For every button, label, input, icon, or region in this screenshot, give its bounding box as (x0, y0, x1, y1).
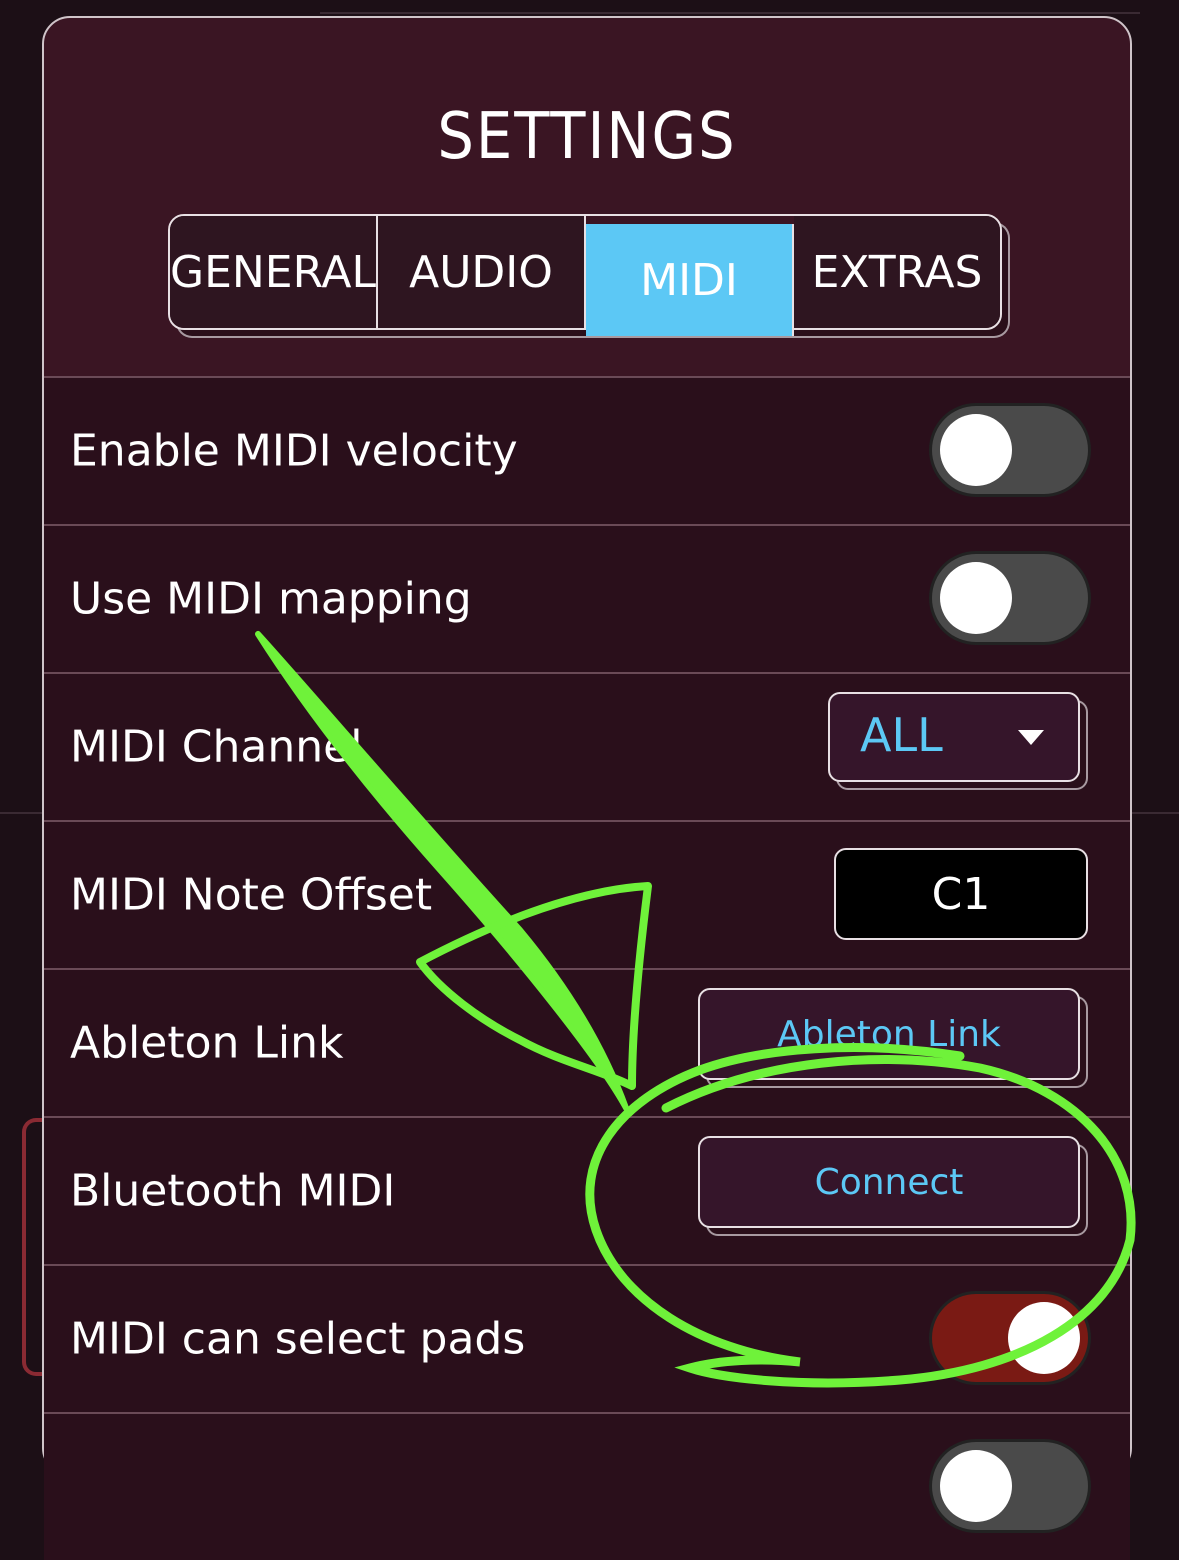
tab-midi[interactable]: MIDI (586, 224, 795, 336)
midi-mapping-toggle[interactable] (932, 554, 1088, 642)
tab-general[interactable]: GENERAL (170, 216, 379, 328)
midi-velocity-toggle[interactable] (932, 406, 1088, 494)
row-bluetooth-midi: Bluetooth MIDI Connect (44, 1116, 1130, 1264)
ableton-link-label: Ableton Link (70, 1017, 344, 1069)
toggle-knob (1008, 1302, 1080, 1374)
row-midi-channel: MIDI Channel ALL (44, 672, 1130, 820)
tab-audio[interactable]: AUDIO (378, 216, 587, 328)
midi-channel-label: MIDI Channel (70, 721, 363, 773)
select-pads-label: MIDI can select pads (70, 1313, 526, 1365)
ableton-link-button[interactable]: Ableton Link (698, 988, 1080, 1080)
note-offset-label: MIDI Note Offset (70, 869, 433, 921)
row-select-pads: MIDI can select pads (44, 1264, 1130, 1412)
row-next (44, 1412, 1130, 1560)
toggle-knob (940, 562, 1012, 634)
settings-tabs: GENERAL AUDIO MIDI EXTRAS (168, 214, 1002, 336)
settings-panel: SETTINGS GENERAL AUDIO MIDI EXTRAS Enabl… (42, 16, 1132, 1560)
row-ableton-link: Ableton Link Ableton Link (44, 968, 1130, 1116)
bluetooth-midi-label: Bluetooth MIDI (70, 1165, 396, 1217)
caret-down-icon (1018, 730, 1044, 745)
row-midi-mapping: Use MIDI mapping (44, 524, 1130, 672)
note-offset-field[interactable]: C1 (834, 848, 1088, 940)
next-toggle[interactable] (932, 1442, 1088, 1530)
settings-list: Enable MIDI velocity Use MIDI mapping MI… (44, 376, 1130, 1560)
tab-extras[interactable]: EXTRAS (794, 216, 1001, 328)
row-midi-velocity: Enable MIDI velocity (44, 376, 1130, 524)
midi-channel-value: ALL (860, 708, 943, 762)
page-title: SETTINGS (437, 100, 737, 174)
midi-velocity-label: Enable MIDI velocity (70, 425, 518, 477)
bluetooth-connect-button[interactable]: Connect (698, 1136, 1080, 1228)
toggle-knob (940, 414, 1012, 486)
midi-channel-select[interactable]: ALL (828, 692, 1080, 782)
select-pads-toggle[interactable] (932, 1294, 1088, 1382)
midi-mapping-label: Use MIDI mapping (70, 573, 472, 625)
row-note-offset: MIDI Note Offset C1 (44, 820, 1130, 968)
background-divider-top (320, 12, 1140, 14)
toggle-knob (940, 1450, 1012, 1522)
